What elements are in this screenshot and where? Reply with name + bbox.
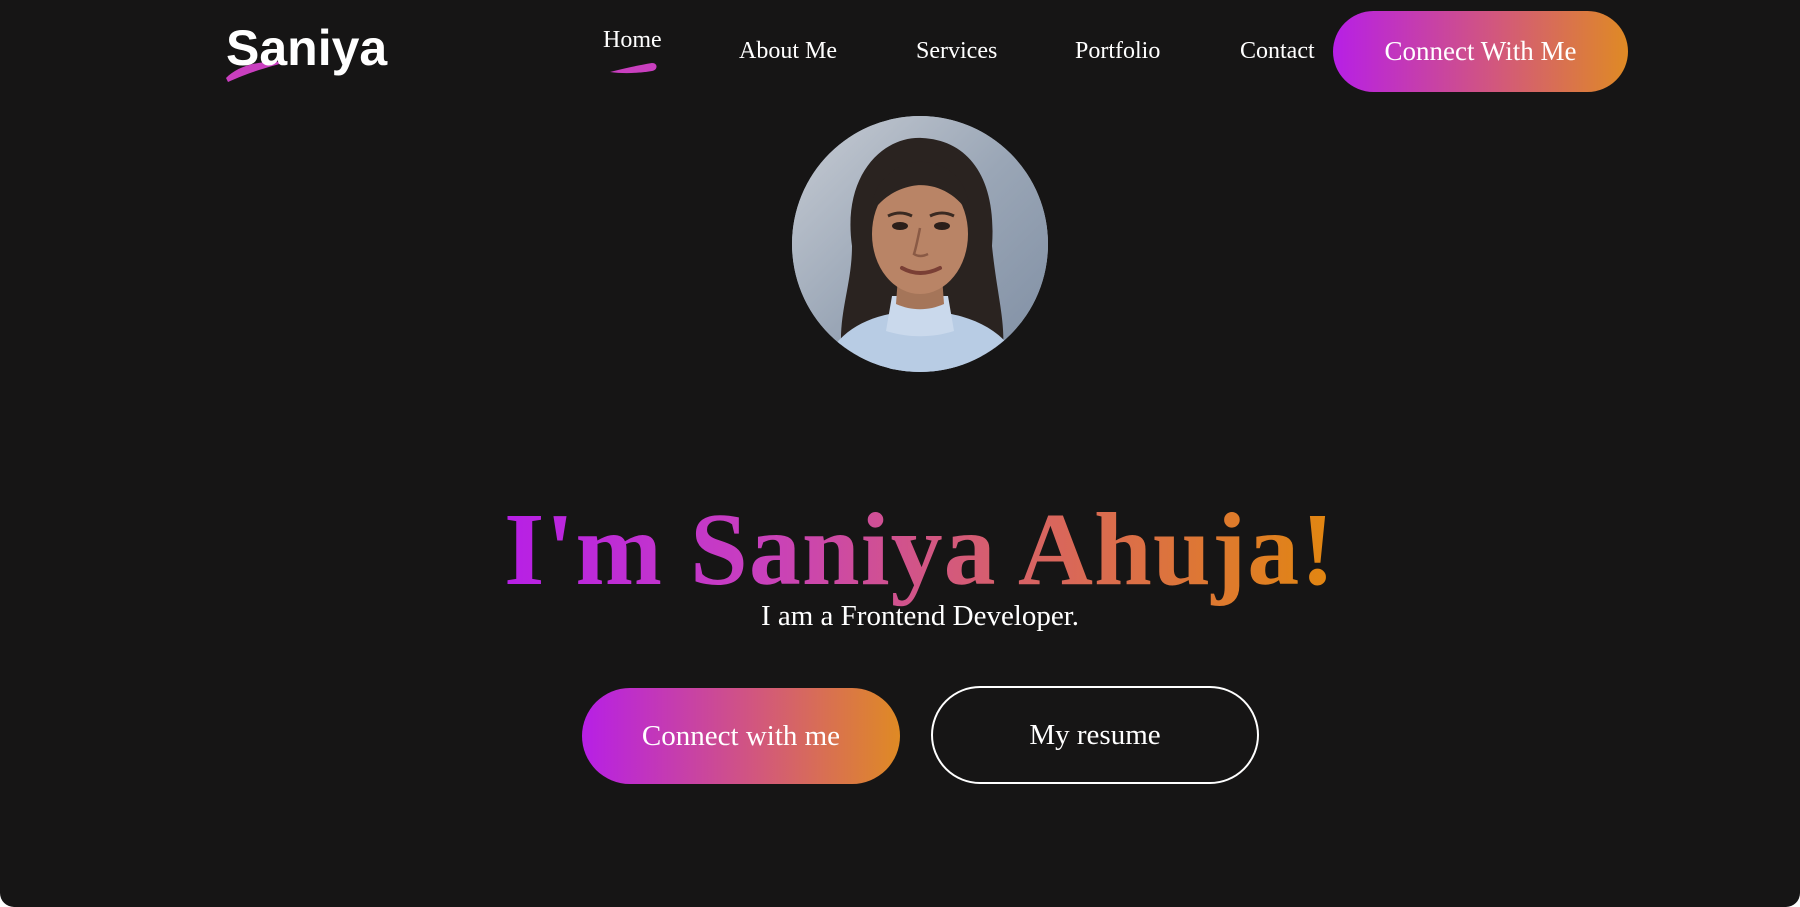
hero-title-text: I'm Saniya Ahuja! (504, 491, 1336, 607)
portfolio-page: Saniya Home About Me Services Portfolio … (0, 0, 1800, 907)
nav-item-contact[interactable]: Contact (1240, 37, 1315, 65)
nav-item-home[interactable]: Home (603, 26, 662, 54)
connect-with-me-button[interactable]: Connect with me (582, 688, 900, 784)
active-underline-icon (610, 63, 657, 74)
my-resume-button[interactable]: My resume (931, 686, 1259, 784)
logo-text: Saniya (226, 20, 388, 76)
connect-with-me-nav-button[interactable]: Connect With Me (1333, 11, 1628, 92)
profile-avatar (792, 116, 1048, 372)
nav-item-portfolio[interactable]: Portfolio (1075, 37, 1160, 65)
hero-title: I'm Saniya Ahuja! (0, 490, 1800, 610)
logo[interactable]: Saniya (224, 18, 394, 84)
nav-item-about-me[interactable]: About Me (739, 37, 837, 65)
navbar: Saniya Home About Me Services Portfolio … (0, 0, 1800, 100)
hero-subtitle: I am a Frontend Developer. (760, 600, 1080, 632)
profile-photo-icon (792, 116, 1048, 372)
nav-item-services[interactable]: Services (916, 37, 997, 65)
